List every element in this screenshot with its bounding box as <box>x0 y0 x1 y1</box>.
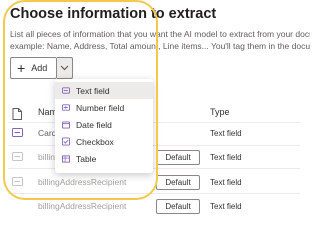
menu-item-table[interactable]: Table <box>55 150 153 167</box>
date-field-icon <box>62 120 70 129</box>
menu-item-label: Number field <box>76 102 125 113</box>
default-button[interactable]: Default <box>156 150 200 165</box>
column-header-type[interactable]: Type <box>210 107 230 117</box>
menu-item-label: Table <box>76 153 97 164</box>
description-line-2: example: Name, Address, Total amount, Li… <box>10 41 310 51</box>
menu-item-number-field[interactable]: Number field <box>55 99 153 116</box>
table-row-name[interactable]: billingAddressRecipient <box>38 177 126 187</box>
menu-item-label: Checkbox <box>76 136 114 147</box>
menu-item-text-field[interactable]: Text field <box>55 82 153 99</box>
default-button[interactable]: Default <box>156 199 200 214</box>
chevron-down-icon <box>60 65 69 71</box>
menu-item-label: Date field <box>76 119 112 130</box>
text-field-icon <box>62 87 70 95</box>
table-row-type: Text field <box>210 202 242 211</box>
table-row-type: Text field <box>210 129 242 138</box>
default-button[interactable]: Default <box>156 175 200 190</box>
table-row-type: Text field <box>210 178 242 187</box>
table-row-name[interactable]: billingAddressRecipient <box>38 201 126 211</box>
row-divider <box>8 168 300 169</box>
menu-item-date-field[interactable]: Date field <box>55 116 153 133</box>
row-divider <box>8 145 300 146</box>
add-button-label: Add <box>31 63 48 73</box>
text-field-icon <box>12 177 23 186</box>
table-icon <box>62 154 70 163</box>
checkbox-icon <box>62 137 70 146</box>
table-row-type: Text field <box>210 153 242 162</box>
menu-item-label: Text field <box>76 85 110 96</box>
description-line-1: List all pieces of information that you … <box>10 29 310 39</box>
add-field-menu: Text field Number field Date field Check… <box>55 79 153 173</box>
header-divider <box>8 122 300 123</box>
add-dropdown-button[interactable] <box>57 57 73 79</box>
add-button[interactable]: + Add <box>10 57 57 79</box>
text-field-icon <box>12 128 23 137</box>
number-field-icon <box>62 104 70 112</box>
document-icon <box>12 108 22 120</box>
text-field-icon <box>12 152 23 161</box>
plus-icon: + <box>17 60 26 76</box>
page-description: List all pieces of information that you … <box>10 28 310 52</box>
row-divider <box>8 193 300 194</box>
menu-item-checkbox[interactable]: Checkbox <box>55 133 153 150</box>
page-title: Choose information to extract <box>10 6 217 22</box>
